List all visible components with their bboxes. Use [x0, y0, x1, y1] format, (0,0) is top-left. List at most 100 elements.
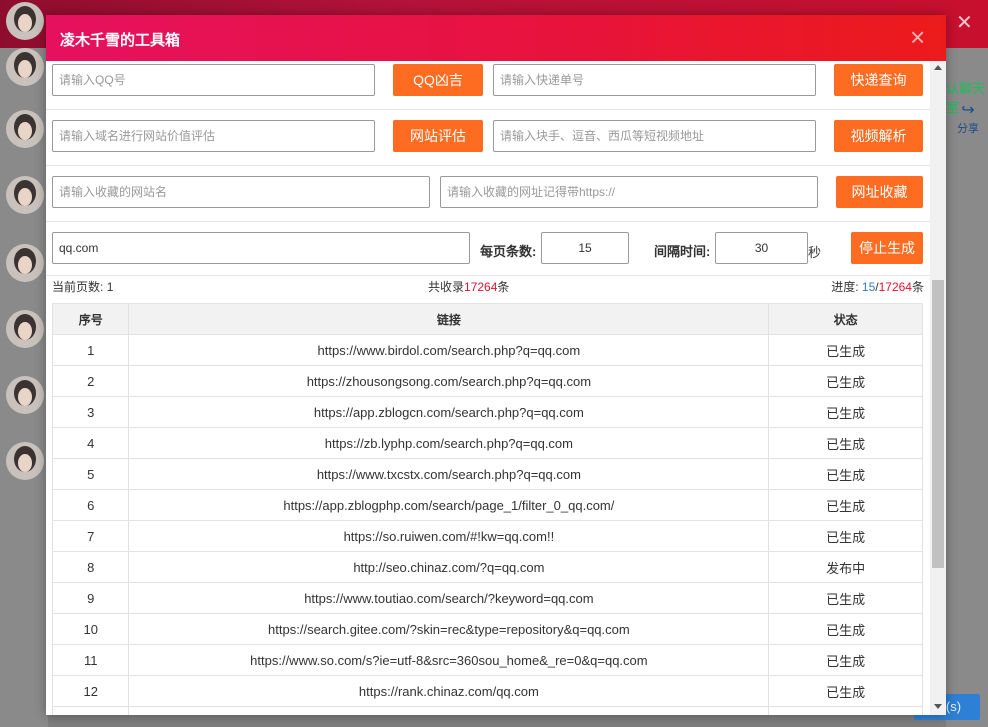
total-count: 共收录17264条	[428, 278, 509, 295]
row-link[interactable]: https://www.birdol.com/search.php?q=qq.c…	[128, 334, 770, 366]
toolbox-dialog: 凌木千雪的工具箱 × QQ凶吉 快递查询 网站评估 视频解析 网址收藏 每页条数…	[46, 15, 946, 715]
domain-value-input[interactable]	[52, 120, 375, 152]
row-link[interactable]: https://app.zblogcn.com/search.php?q=qq.…	[128, 396, 770, 428]
row-status: 已生成	[768, 427, 923, 459]
table-row: 9 https://www.toutiao.com/search/?keyword…	[51, 582, 923, 614]
row-index: 7	[51, 520, 130, 552]
site-url-input[interactable]	[440, 176, 818, 208]
avatar[interactable]	[6, 310, 44, 348]
row-status: 已生成	[768, 613, 923, 645]
row-link[interactable]: https://search.gitee.com/?skin=rec&type=…	[128, 613, 770, 645]
express-input[interactable]	[493, 64, 816, 96]
row-link[interactable]: https://app.zblogphp.com/search/page_1/f…	[128, 489, 770, 521]
row-index: 8	[51, 551, 130, 583]
generate-domain-input[interactable]	[52, 232, 470, 264]
avatar[interactable]	[6, 48, 44, 86]
current-page: 当前页数: 1	[52, 278, 113, 295]
row-link[interactable]: https://zb.lyphp.com/search.php?q=qq.com	[128, 427, 770, 459]
progress-suffix: 条	[911, 280, 924, 294]
page-label: 当前页数:	[52, 280, 104, 294]
progress-info: 当前页数: 1 共收录17264条 进度: 15/17264条	[52, 278, 924, 294]
row-link[interactable]: https://zhousongsong.com/search.php?q=qq…	[128, 365, 770, 397]
dialog-content: QQ凶吉 快递查询 网站评估 视频解析 网址收藏 每页条数: 间隔时间: 秒 停…	[46, 61, 930, 715]
row-status: 已生成	[768, 458, 923, 490]
table-header-row: 序号 链接 状态	[51, 303, 923, 335]
express-query-button[interactable]: 快递查询	[834, 64, 923, 96]
table-row: 3 https://app.zblogcn.com/search.php?q=qq…	[51, 396, 923, 428]
share-button[interactable]: ↪ 分享	[952, 102, 984, 136]
qq-fortune-button[interactable]: QQ凶吉	[393, 64, 483, 96]
row-index: 10	[51, 613, 130, 645]
site-name-input[interactable]	[52, 176, 430, 208]
table-body: 1 https://www.birdol.com/search.php?q=qq.…	[51, 334, 923, 715]
progress-total: 17264	[878, 280, 912, 294]
page-value: 1	[106, 280, 114, 294]
row-link[interactable]: http://seo.chinaz.com/?q=qq.com	[128, 551, 770, 583]
row-index: 5	[51, 458, 130, 490]
interval-input[interactable]	[715, 232, 808, 264]
row-index: 2	[51, 365, 130, 397]
table-row: 12 https://rank.chinaz.com/qq.com 已生成	[51, 675, 923, 707]
per-page-input[interactable]	[541, 232, 629, 264]
table-row: 8 http://seo.chinaz.com/?q=qq.com 发布中	[51, 551, 923, 583]
row-status: 已生成	[768, 675, 923, 707]
avatar[interactable]	[6, 176, 44, 214]
row-status: 已生成	[768, 396, 923, 428]
table-row: 2 https://zhousongsong.com/search.php?q=q…	[51, 365, 923, 397]
col-header-link: 链接	[128, 303, 770, 335]
row-link[interactable]: https://seo.chinaz.com/qq.com	[128, 706, 770, 715]
bookmark-button[interactable]: 网址收藏	[836, 176, 923, 208]
table-row: 13https://seo.chinaz.com/qq.com已生成	[51, 706, 923, 715]
qq-express-row: QQ凶吉 快递查询	[46, 61, 930, 110]
total-prefix: 共收录	[428, 280, 465, 294]
avatar[interactable]	[6, 110, 44, 148]
row-index: 6	[51, 489, 130, 521]
scrollbar[interactable]	[930, 61, 946, 715]
progress-label: 进度:	[831, 280, 859, 294]
avatar[interactable]	[6, 442, 44, 480]
scroll-thumb[interactable]	[932, 280, 944, 568]
col-header-status: 状态	[768, 303, 923, 335]
qq-input[interactable]	[52, 64, 375, 96]
domain-video-row: 网站评估 视频解析	[46, 109, 930, 166]
row-link[interactable]: https://www.toutiao.com/search/?keyword=…	[128, 582, 770, 614]
row-status: 已生成	[768, 582, 923, 614]
table-row: 4 https://zb.lyphp.com/search.php?q=qq.co…	[51, 427, 923, 459]
app-close-icon[interactable]: ✕	[956, 10, 973, 35]
row-index: 11	[51, 644, 130, 676]
col-header-index: 序号	[51, 303, 130, 335]
bookmark-row: 网址收藏	[46, 165, 930, 222]
row-link[interactable]: https://so.ruiwen.com/#!kw=qq.com!!	[128, 520, 770, 552]
links-table: 序号 链接 状态 1 https://www.birdol.com/search.…	[51, 303, 923, 715]
right-panel	[946, 48, 988, 727]
per-page-label: 每页条数:	[480, 244, 537, 259]
avatar[interactable]	[6, 376, 44, 414]
row-status: 已生成	[768, 520, 923, 552]
scroll-down-icon[interactable]	[934, 704, 942, 709]
video-url-input[interactable]	[493, 120, 816, 152]
row-link[interactable]: https://www.so.com/s?ie=utf-8&src=360sou…	[128, 644, 770, 676]
stop-generate-button[interactable]: 停止生成	[851, 232, 923, 264]
row-index: 4	[51, 427, 130, 459]
dialog-title: 凌木千雪的工具箱	[60, 32, 181, 49]
avatar[interactable]	[6, 2, 44, 40]
total-value: 17264	[464, 280, 498, 294]
table-row: 7 https://so.ruiwen.com/#!kw=qq.com!! 已生成	[51, 520, 923, 552]
interval-unit: 秒	[808, 245, 822, 260]
scroll-up-icon[interactable]	[934, 65, 942, 70]
row-status: 发布中	[768, 551, 923, 583]
avatar[interactable]	[6, 244, 44, 282]
video-parse-button[interactable]: 视频解析	[834, 120, 923, 152]
row-link[interactable]: https://rank.chinaz.com/qq.com	[128, 675, 770, 707]
row-index: 12	[51, 675, 130, 707]
total-suffix: 条	[497, 280, 510, 294]
close-icon[interactable]: ×	[910, 23, 925, 51]
row-link[interactable]: https://www.txcstx.com/search.php?q=qq.c…	[128, 458, 770, 490]
table-row: 6 https://app.zblogphp.com/search/page_1/…	[51, 489, 923, 521]
site-evaluate-button[interactable]: 网站评估	[393, 120, 483, 152]
dialog-header: 凌木千雪的工具箱 ×	[46, 15, 946, 61]
row-index: 13	[51, 706, 130, 715]
progress-current: 15	[861, 280, 876, 294]
row-index: 9	[51, 582, 130, 614]
progress: 进度: 15/17264条	[831, 278, 924, 295]
